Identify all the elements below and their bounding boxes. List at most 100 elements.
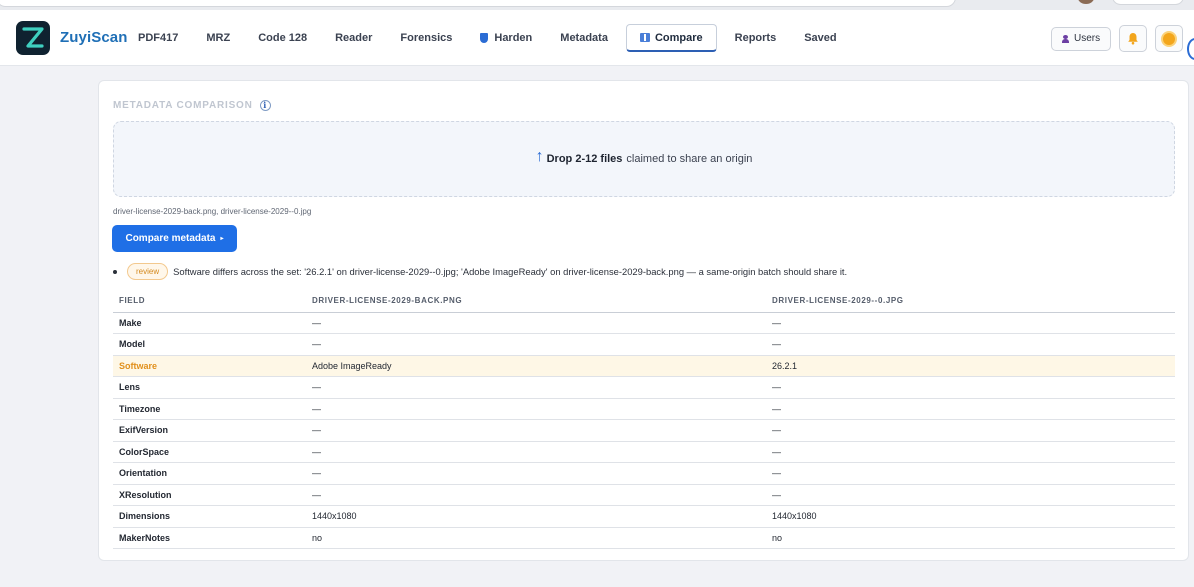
- cell-field: Orientation: [113, 462, 306, 485]
- zuyiscan-logo[interactable]: [16, 21, 50, 55]
- cell-file-b: —: [766, 312, 1175, 334]
- tab-label: Saved: [804, 32, 837, 44]
- shield-icon: [480, 33, 489, 43]
- table-row: XResolution — —: [113, 484, 1175, 506]
- bullet-icon: [113, 269, 117, 274]
- tab-label: Metadata: [560, 32, 608, 44]
- cell-file-b: —: [766, 419, 1175, 442]
- users-button[interactable]: Users: [1051, 26, 1112, 51]
- tab-label: Code 128: [258, 32, 308, 44]
- file-dropzone[interactable]: ↑ Drop 2-12 files claimed to share an or…: [113, 121, 1175, 197]
- tab-label: MRZ: [206, 32, 231, 44]
- address-bar[interactable]: [0, 0, 956, 7]
- cell-file-b: 26.2.1: [766, 355, 1175, 377]
- cell-field: Software: [113, 355, 306, 377]
- cell-field: ColorSpace: [113, 441, 306, 463]
- users-label: Users: [1074, 33, 1101, 44]
- tab-forensics[interactable]: Forensics: [390, 24, 462, 52]
- cell-file-b: —: [766, 484, 1175, 506]
- help-icon[interactable]: [1187, 38, 1194, 60]
- table-row: ExifVersion — —: [113, 419, 1175, 442]
- tab-label: Harden: [494, 32, 533, 44]
- table-row: ColorSpace — —: [113, 441, 1175, 463]
- tab-harden[interactable]: Harden: [470, 24, 542, 52]
- theme-button[interactable]: [1155, 25, 1184, 52]
- cell-file-a: 1440x1080: [306, 505, 766, 528]
- tab-label: Forensics: [400, 32, 453, 44]
- cell-file-a: no: [306, 527, 766, 549]
- table-row: Dimensions 1440x1080 1440x1080: [113, 505, 1175, 528]
- cell-file-b: —: [766, 398, 1175, 420]
- table-row: Model — —: [113, 333, 1175, 356]
- section-title: METADATA COMPARISON i: [113, 100, 271, 111]
- tab-pdf417[interactable]: PDF417: [128, 24, 188, 52]
- notifications-button[interactable]: [1119, 25, 1148, 52]
- tab-compare[interactable]: Compare: [625, 24, 717, 52]
- finding-text: Software differs across the set: '26.2.1…: [173, 266, 848, 277]
- cell-file-b: 1440x1080: [766, 505, 1175, 528]
- finding-item: review Software differs across the set: …: [113, 263, 847, 280]
- upload-arrow-icon: ↑: [535, 148, 544, 165]
- header-actions: Users: [1051, 25, 1191, 52]
- tab-label: Compare: [654, 31, 703, 44]
- cell-field: Make: [113, 312, 306, 334]
- caret-right-icon: ▸: [220, 236, 224, 242]
- tab-label: Reader: [335, 32, 373, 44]
- tab-reports[interactable]: Reports: [725, 24, 787, 52]
- cell-file-a: —: [306, 398, 766, 420]
- table-header-row: FIELD DRIVER-LICENSE-2029-BACK.PNG DRIVE…: [113, 290, 1175, 313]
- profile-avatar[interactable]: [1078, 0, 1094, 4]
- tab-label: PDF417: [138, 32, 179, 44]
- cell-file-a: —: [306, 312, 766, 334]
- column-header-field: FIELD: [113, 290, 306, 313]
- cell-field: Lens: [113, 376, 306, 399]
- dropzone-text: claimed to share an origin: [626, 153, 753, 165]
- compare-metadata-button[interactable]: Compare metadata ▸: [112, 225, 237, 252]
- review-badge: review: [127, 263, 169, 280]
- top-navigation: ZuyiScan PDF417 MRZ Code 128 Reader Fore…: [0, 10, 1194, 66]
- cell-field: MakerNotes: [113, 527, 306, 549]
- compare-button-label: Compare metadata: [125, 233, 216, 244]
- table-row: Orientation — —: [113, 462, 1175, 485]
- tab-metadata[interactable]: Metadata: [550, 24, 618, 52]
- cell-file-a: —: [306, 462, 766, 485]
- cell-field: Timezone: [113, 398, 306, 420]
- table-row: Timezone — —: [113, 398, 1175, 420]
- metadata-comparison-panel: METADATA COMPARISON i ↑ Drop 2-12 files …: [98, 80, 1189, 561]
- info-icon[interactable]: i: [259, 100, 271, 111]
- sun-icon: [1163, 32, 1176, 45]
- cell-field: Dimensions: [113, 505, 306, 528]
- table-row: Make — —: [113, 312, 1175, 334]
- browser-chrome: [0, 0, 1194, 10]
- logo-z-icon: [22, 27, 44, 48]
- user-icon: [1062, 34, 1069, 43]
- browser-pill[interactable]: [1112, 0, 1184, 5]
- cell-file-b: —: [766, 441, 1175, 463]
- cell-file-a: Adobe ImageReady: [306, 355, 766, 377]
- cell-file-b: —: [766, 333, 1175, 356]
- metadata-table: FIELD DRIVER-LICENSE-2029-BACK.PNG DRIVE…: [113, 290, 1175, 549]
- tab-code-128[interactable]: Code 128: [248, 24, 317, 52]
- compare-icon: [639, 33, 650, 42]
- cell-file-a: —: [306, 419, 766, 442]
- selected-files: driver-license-2029-back.png, driver-lic…: [113, 207, 312, 216]
- cell-file-a: —: [306, 441, 766, 463]
- column-header-file-a: DRIVER-LICENSE-2029-BACK.PNG: [306, 290, 766, 313]
- bell-icon: [1128, 33, 1138, 45]
- cell-file-b: —: [766, 376, 1175, 399]
- main-tabs: PDF417 MRZ Code 128 Reader Forensics Har…: [128, 24, 855, 52]
- cell-field: ExifVersion: [113, 419, 306, 442]
- table-row: Lens — —: [113, 376, 1175, 399]
- tab-reader[interactable]: Reader: [325, 24, 382, 52]
- brand-name: ZuyiScan: [60, 29, 128, 46]
- tab-label: Reports: [734, 32, 777, 44]
- cell-file-a: —: [306, 333, 766, 356]
- column-header-file-b: DRIVER-LICENSE-2029--0.JPG: [766, 290, 1175, 313]
- cell-field: Model: [113, 333, 306, 356]
- tab-saved[interactable]: Saved: [794, 24, 846, 52]
- cell-file-b: —: [766, 462, 1175, 485]
- cell-field: XResolution: [113, 484, 306, 506]
- table-row: MakerNotes no no: [113, 527, 1175, 549]
- tab-mrz[interactable]: MRZ: [196, 24, 240, 52]
- cell-file-a: —: [306, 376, 766, 399]
